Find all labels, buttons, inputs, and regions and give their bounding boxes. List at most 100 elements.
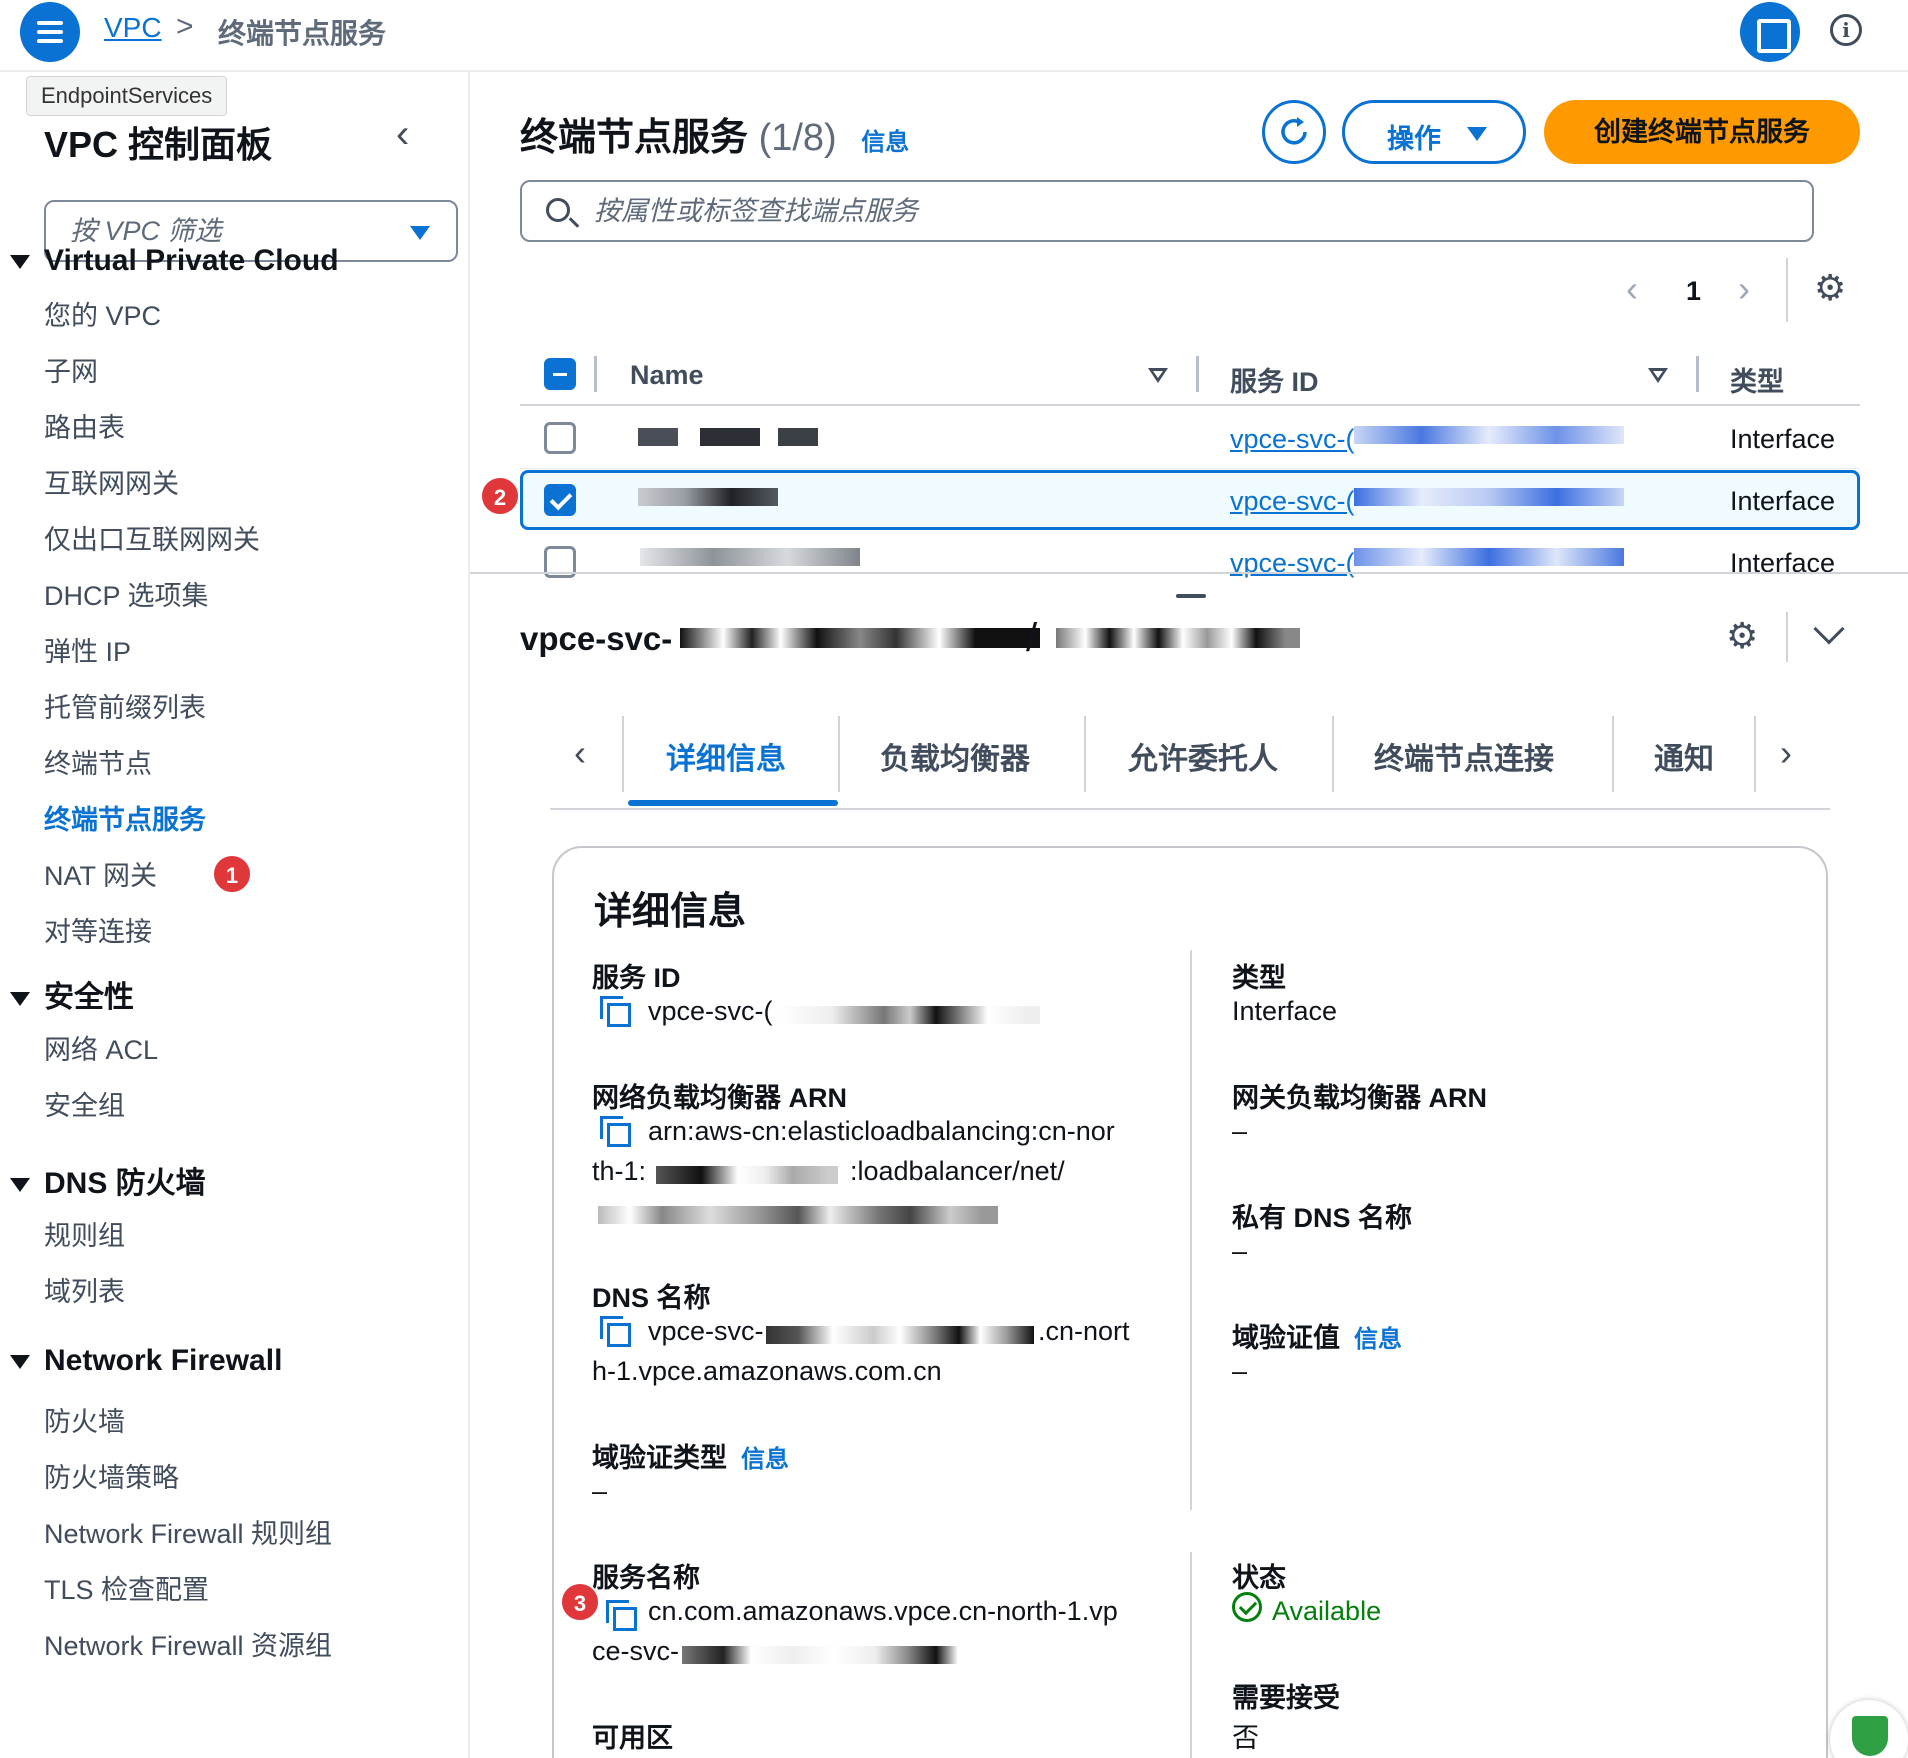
search-box[interactable]	[520, 180, 1814, 242]
redacted-account	[656, 1166, 838, 1184]
sidebar-item-peering[interactable]: 对等连接	[44, 910, 152, 949]
sidebar-item-nf-resource-groups[interactable]: Network Firewall 资源组	[44, 1624, 332, 1663]
select-all-checkbox[interactable]	[544, 358, 576, 390]
service-id-link[interactable]: vpce-svc-(	[1230, 548, 1355, 579]
redacted-id	[680, 628, 1040, 648]
actions-button[interactable]: 操作	[1342, 100, 1526, 164]
sidebar-section-dns-firewall[interactable]: DNS 防火墙	[10, 1158, 206, 1202]
chevron-right-icon[interactable]: ›	[1780, 732, 1792, 774]
column-header-service-id[interactable]: 服务 ID	[1230, 360, 1319, 399]
step-badge-2: 2	[480, 476, 520, 516]
service-name-label: 服务名称	[592, 1563, 700, 1593]
sort-icon[interactable]	[1648, 368, 1668, 383]
copy-icon[interactable]	[600, 1316, 631, 1347]
sidebar-item-nf-rule-groups[interactable]: Network Firewall 规则组	[44, 1512, 332, 1551]
sidebar-item-your-vpcs[interactable]: 您的 VPC	[44, 294, 161, 333]
sidebar-item-route-tables[interactable]: 路由表	[44, 406, 125, 445]
copy-icon[interactable]	[606, 1600, 637, 1631]
collapse-sidebar-icon[interactable]: ‹	[396, 112, 409, 157]
column-header-type[interactable]: 类型	[1730, 360, 1784, 399]
sidebar-item-rule-groups[interactable]: 规则组	[44, 1214, 125, 1253]
vpc-filter-input[interactable]	[70, 216, 390, 247]
sidebar-item-firewall-policies[interactable]: 防火墙策略	[44, 1456, 179, 1495]
refresh-button[interactable]	[1262, 100, 1326, 164]
page-title-text: 终端节点服务	[520, 117, 749, 159]
refresh-icon	[1281, 117, 1307, 145]
sort-icon[interactable]	[1148, 368, 1168, 383]
copy-icon[interactable]	[600, 996, 631, 1027]
sidebar-item-prefix-lists[interactable]: 托管前缀列表	[44, 686, 206, 725]
service-id-link[interactable]: vpce-svc-(	[1230, 486, 1355, 517]
divider	[1332, 716, 1334, 792]
resize-handle[interactable]	[1176, 594, 1206, 598]
dns-name-line1b: .cn-nort	[1038, 1316, 1130, 1346]
menu-icon[interactable]	[20, 2, 80, 62]
search-icon	[546, 198, 570, 222]
sidebar-item-security-groups[interactable]: 安全组	[44, 1084, 125, 1123]
caret-down-icon	[410, 226, 430, 240]
service-id-value: vpce-svc-(	[648, 996, 773, 1026]
sidebar-item-network-acl[interactable]: 网络 ACL	[44, 1028, 158, 1067]
panel-toggle-icon[interactable]	[1740, 2, 1800, 62]
copy-icon[interactable]	[600, 1116, 631, 1147]
sidebar-item-dhcp-options[interactable]: DHCP 选项集	[44, 574, 209, 613]
row-divider	[520, 468, 1860, 469]
info-icon[interactable]: i	[1830, 14, 1862, 46]
sidebar-item-nat-gateways[interactable]: NAT 网关	[44, 854, 157, 893]
info-link[interactable]: 信息	[1354, 1326, 1402, 1353]
chevron-left-icon[interactable]: ‹	[1626, 268, 1638, 310]
info-link[interactable]: 信息	[861, 129, 909, 156]
redacted-name	[638, 488, 778, 506]
gear-icon[interactable]: ⚙	[1814, 268, 1846, 309]
sidebar-item-domain-lists[interactable]: 域列表	[44, 1270, 125, 1309]
gwlb-arn-value: –	[1232, 1116, 1248, 1146]
search-input[interactable]	[594, 196, 1774, 227]
type-cell: Interface	[1730, 486, 1836, 516]
redacted-name	[638, 428, 678, 446]
tabs-baseline	[550, 808, 1830, 810]
service-id-link[interactable]: vpce-svc-(	[1230, 424, 1355, 455]
detail-title: vpce-svc-	[520, 620, 672, 658]
column-divider	[1190, 1552, 1192, 1758]
domain-verification-value-label: 域验证值 信息	[1232, 1316, 1402, 1355]
sidebar-section-security[interactable]: 安全性	[10, 972, 134, 1016]
tab-endpoint-connections[interactable]: 终端节点连接	[1374, 734, 1554, 778]
tab-details[interactable]: 详细信息	[666, 734, 786, 778]
redacted-id	[1056, 628, 1300, 648]
chevron-down-icon[interactable]	[1813, 613, 1845, 645]
tab-allow-principals[interactable]: 允许委托人	[1128, 734, 1278, 778]
dns-name-line1a: vpce-svc-	[648, 1316, 764, 1346]
tab-load-balancers[interactable]: 负载均衡器	[880, 734, 1030, 778]
tab-notifications[interactable]: 通知	[1654, 734, 1714, 778]
section-title: DNS 防火墙	[44, 1167, 206, 1200]
actions-label: 操作	[1387, 124, 1441, 154]
shield-icon[interactable]	[1830, 1700, 1908, 1758]
gear-icon[interactable]: ⚙	[1726, 616, 1758, 657]
row-checkbox-checked[interactable]	[544, 484, 576, 516]
chevron-right-icon[interactable]: ›	[1738, 268, 1750, 310]
create-endpoint-service-button[interactable]: 创建终端节点服务	[1544, 100, 1860, 164]
sidebar-item-endpoint-services[interactable]: 终端节点服务	[44, 798, 206, 837]
column-header-name[interactable]: Name	[630, 360, 704, 391]
type-value: Interface	[1232, 996, 1338, 1026]
step-badge-1: 1	[212, 854, 252, 894]
info-link[interactable]: 信息	[741, 1446, 789, 1473]
status-success-icon	[1232, 1592, 1262, 1622]
sidebar-item-firewalls[interactable]: 防火墙	[44, 1400, 125, 1439]
sidebar-item-tls-inspection[interactable]: TLS 检查配置	[44, 1568, 209, 1607]
page-title: 终端节点服务 (1/8) 信息	[520, 106, 909, 161]
breadcrumb-vpc-link[interactable]: VPC	[104, 12, 162, 44]
status-label: 状态	[1232, 1563, 1286, 1593]
sidebar-section-network-firewall[interactable]: Network Firewall	[10, 1344, 282, 1378]
sidebar-section-vpc[interactable]: Virtual Private Cloud	[10, 244, 339, 278]
domain-verification-type-label: 域验证类型 信息	[592, 1436, 789, 1475]
sidebar-item-endpoints[interactable]: 终端节点	[44, 742, 152, 781]
row-checkbox[interactable]	[544, 422, 576, 454]
sidebar-item-internet-gateways[interactable]: 互联网网关	[44, 462, 179, 501]
chevron-left-icon[interactable]: ‹	[574, 732, 586, 774]
sidebar-item-subnets[interactable]: 子网	[44, 350, 98, 389]
sidebar-item-elastic-ip[interactable]: 弹性 IP	[44, 630, 131, 669]
page-number[interactable]: 1	[1686, 276, 1701, 307]
sidebar-item-egress-only-igw[interactable]: 仅出口互联网网关	[44, 518, 260, 557]
divider	[1754, 716, 1756, 792]
